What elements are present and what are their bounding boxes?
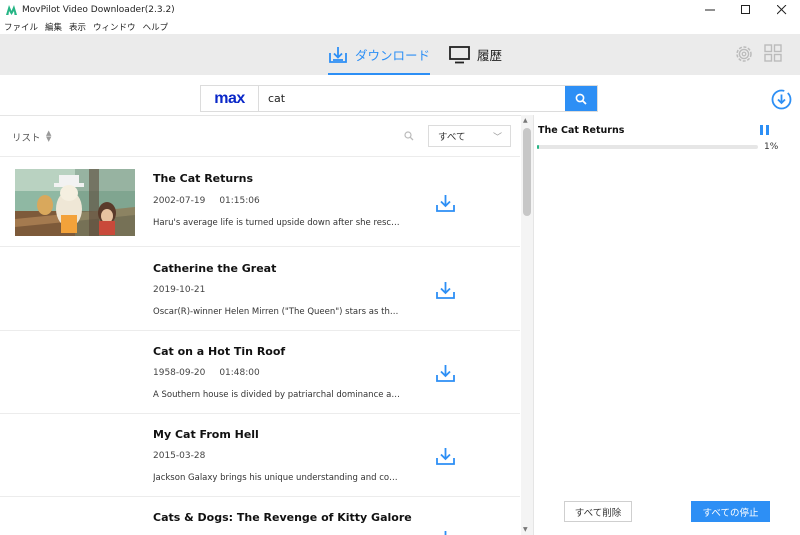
scroll-up-icon[interactable]: ▲ [523,117,528,124]
task-title: The Cat Returns [538,125,625,136]
list-item[interactable]: Cat on a Hot Tin Roof 1958-09-20 01:48:00… [0,331,520,414]
list-item[interactable]: My Cat From Hell 2015-03-28 Jackson Gala… [0,414,520,497]
filter-select[interactable]: すべて ﹀ [428,125,511,147]
title-bar: MovPilot Video Downloader(2.3.2) [0,0,800,20]
item-title: Catherine the Great [153,262,277,275]
result-list-panel: リスト ▲ ▼ すべて ﹀ The Cat Returns 2002-07-19… [0,115,534,535]
item-description: Jackson Galaxy brings his unique underst… [153,473,403,483]
item-date: 2015-03-28 [153,451,206,461]
download-tray-icon [329,46,347,63]
menu-file[interactable]: ファイル [4,21,38,33]
list-label: リスト [12,133,41,144]
search-button[interactable] [565,86,597,111]
stop-all-button[interactable]: すべての停止 [691,501,770,522]
item-title: Cat on a Hot Tin Roof [153,345,286,358]
menu-window[interactable]: ウィンドウ [93,21,136,33]
sort-icon[interactable]: ▲ ▼ [46,130,51,143]
minimize-icon[interactable] [692,0,728,20]
scroll-down-icon[interactable]: ▼ [523,526,528,533]
item-description: A Southern house is divided by patriarch… [153,390,403,400]
filter-select-value: すべて [438,132,466,143]
list-header: リスト ▲ ▼ すべて ﹀ [0,116,520,157]
item-description: Haru's average life is turned upside dow… [153,218,403,228]
app-logo-icon [5,4,17,16]
download-icon[interactable] [436,281,455,303]
max-logo[interactable]: max [201,86,259,111]
monitor-icon [449,45,470,63]
download-icon[interactable] [436,447,455,469]
maximize-icon[interactable] [728,0,764,20]
download-icon[interactable] [436,530,455,535]
item-description: Oscar(R)-winner Helen Mirren ("The Queen… [153,307,403,317]
download-queue-panel: The Cat Returns 1% すべて削除 すべての停止 [534,115,800,535]
chevron-down-icon: ﹀ [492,133,502,143]
tab-download-label: ダウンロード [355,48,431,63]
menu-view[interactable]: 表示 [69,21,86,33]
item-date: 1958-09-20 [153,368,206,378]
progress-percent: 1% [764,142,779,152]
filter-search-icon[interactable] [404,130,414,144]
tab-download[interactable]: ダウンロード [328,34,431,75]
clear-all-button[interactable]: すべて削除 [564,501,632,522]
menu-help[interactable]: ヘルプ [143,21,169,33]
item-meta: 2015-03-28 [153,451,205,461]
menu-edit[interactable]: 編集 [45,21,62,33]
list-item[interactable]: The Cat Returns 2002-07-19 01:15:06 Haru'… [0,158,520,247]
item-meta: 2019-10-21 [153,285,205,295]
tab-history[interactable]: 履歴 [449,34,502,75]
search-box: max [200,85,598,112]
progress-fill [537,145,540,149]
gear-icon[interactable] [734,44,754,67]
grid-icon[interactable] [764,44,782,65]
video-thumbnail [15,169,135,236]
item-title: My Cat From Hell [153,428,259,441]
list-item[interactable]: Cats & Dogs: The Revenge of Kitty Galore [0,497,520,535]
pause-icon[interactable] [760,125,769,135]
search-icon [575,93,587,105]
item-meta: 1958-09-20 01:48:00 [153,368,260,378]
item-title: Cats & Dogs: The Revenge of Kitty Galore [153,511,412,524]
item-meta: 2002-07-19 01:15:06 [153,196,260,206]
progress-bar [537,145,758,149]
item-date: 2002-07-19 [153,196,206,206]
tab-history-label: 履歴 [477,48,503,63]
close-icon[interactable] [764,0,800,20]
menu-bar: ファイル 編集 表示 ウィンドウ ヘルプ [0,20,800,34]
top-nav: ダウンロード 履歴 [0,34,800,75]
download-circle-icon[interactable] [771,89,792,113]
window-title: MovPilot Video Downloader(2.3.2) [22,5,175,15]
list-item[interactable]: Catherine the Great 2019-10-21 Oscar(R)-… [0,247,520,331]
search-input[interactable] [259,86,565,111]
download-icon[interactable] [436,194,455,216]
item-date: 2019-10-21 [153,285,206,295]
list-scrollbar[interactable]: ▲ ▼ [521,115,533,535]
scroll-thumb[interactable] [523,128,531,216]
item-duration: 01:48:00 [219,368,260,378]
item-title: The Cat Returns [153,172,254,185]
item-duration: 01:15:06 [219,196,260,206]
download-icon[interactable] [436,364,455,386]
